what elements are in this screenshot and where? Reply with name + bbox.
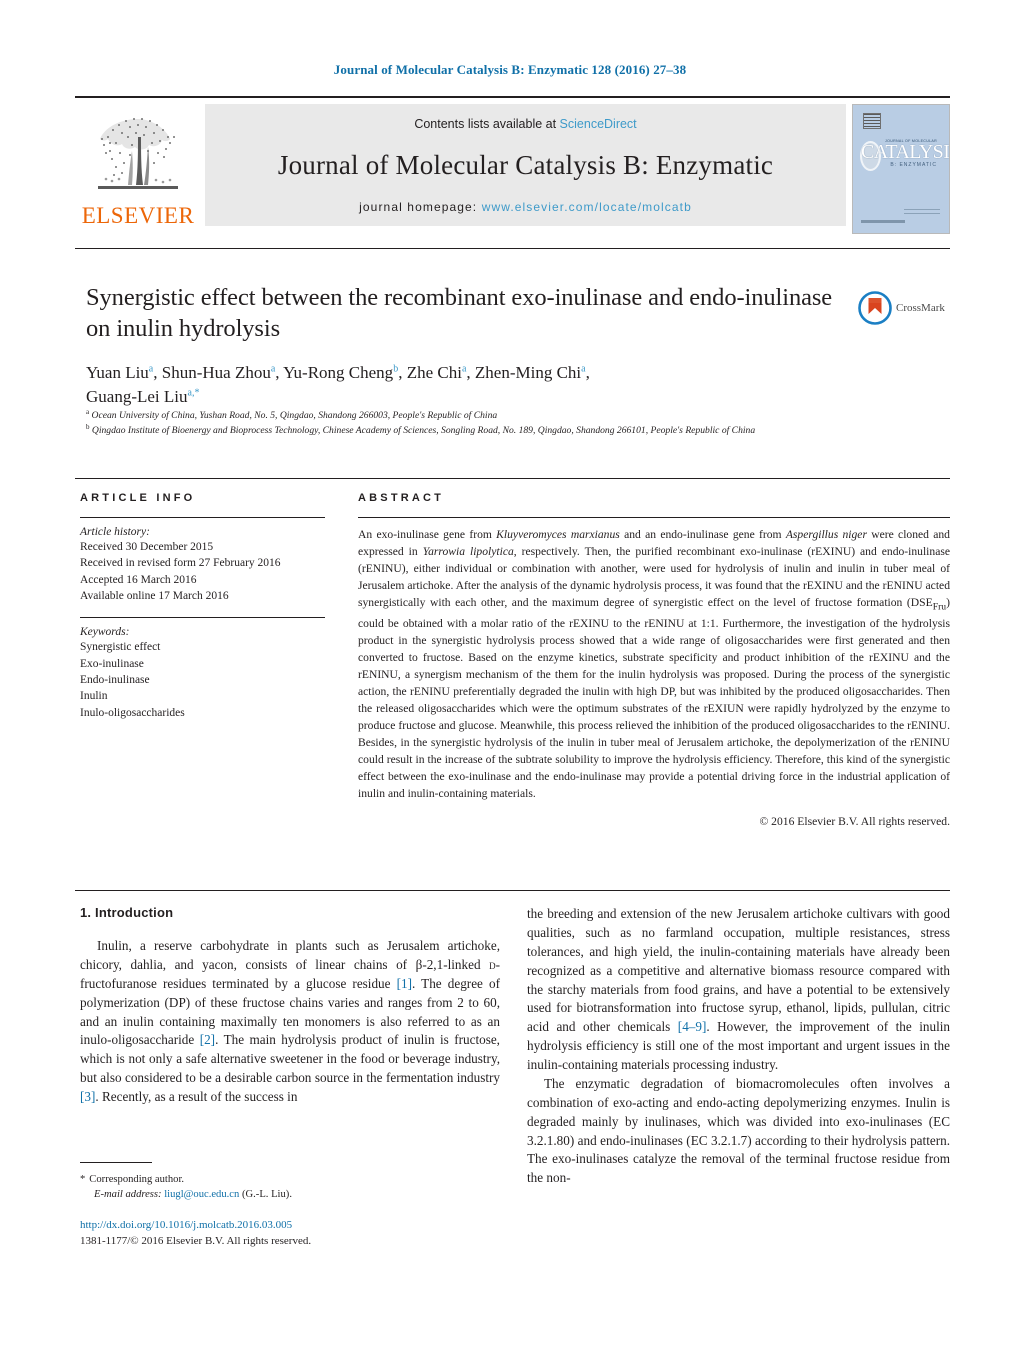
elsevier-wordmark: ELSEVIER — [81, 203, 195, 228]
history-item: Available online 17 March 2016 — [80, 589, 229, 602]
intro-paragraph-left: Inulin, a reserve carbohydrate in plants… — [80, 937, 500, 1107]
journal-homepage-link[interactable]: www.elsevier.com/locate/molcatb — [482, 200, 692, 214]
article-history-label: Article history: — [80, 526, 150, 538]
email-suffix: (G.-L. Liu). — [241, 1189, 292, 1201]
history-item: Received 30 December 2015 — [80, 541, 214, 553]
abstract-body: An exo-inulinase gene from Kluyveromyces… — [358, 526, 950, 802]
abstract-seg: and an endo-inulinase gene from — [619, 528, 786, 541]
abstract-species-3: Yarrowia lipolytica — [422, 545, 514, 559]
intro-seg: the breeding and extension of the new Je… — [527, 906, 950, 1035]
journal-title: Journal of Molecular Catalysis B: Enzyma… — [277, 150, 774, 180]
journal-cover-thumbnail[interactable]: JOURNAL OF MOLECULAR CATALYSIS B: ENZYMA… — [852, 104, 950, 234]
abstract-species-1: Kluyveromyces marxianus — [496, 528, 620, 541]
intro-seg: . Recently, as a result of the success i… — [95, 1089, 298, 1104]
affiliations: a Ocean University of China, Yushan Road… — [86, 408, 931, 438]
author-line-2: Guang-Lei Liua,* — [86, 387, 200, 407]
article-info-divider — [80, 517, 325, 518]
reference-link-3[interactable]: [3] — [80, 1089, 95, 1104]
cover-elsevier-mark-icon — [863, 113, 881, 129]
journal-banner: Contents lists available at ScienceDirec… — [205, 104, 846, 226]
keyword-item: Exo-inulinase — [80, 657, 144, 670]
article-info-panel: ARTICLE INFO Article history: Received 3… — [80, 492, 325, 721]
abstract-seg: An exo-inulinase gene from — [358, 528, 497, 541]
contents-prefix: Contents lists available at — [414, 117, 560, 131]
title-divider — [75, 248, 950, 249]
abstract-species-2: Aspergillus niger — [785, 528, 867, 541]
intro-paragraph-2: The enzymatic degradation of biomacromol… — [527, 1075, 950, 1186]
article-info-heading: ARTICLE INFO — [80, 492, 196, 504]
reference-link-2[interactable]: [2] — [200, 1032, 215, 1047]
body-column-left: 1. Introduction Inulin, a reserve carboh… — [80, 905, 500, 1107]
journal-homepage-line: journal homepage: www.elsevier.com/locat… — [359, 200, 692, 214]
keyword-item: Endo-inulinase — [80, 673, 150, 686]
section-heading-introduction: 1. Introduction — [80, 905, 174, 920]
elsevier-logo: ELSEVIER — [75, 104, 201, 227]
contents-lists-line: Contents lists available at ScienceDirec… — [414, 117, 636, 131]
homepage-prefix: journal homepage: — [359, 200, 482, 214]
reference-link-1[interactable]: [1] — [397, 976, 412, 991]
corresponding-author-footnote: * Corresponding author. E-mail address: l… — [80, 1172, 500, 1203]
email-label: E-mail address: — [94, 1189, 162, 1201]
cover-footer-logo — [904, 207, 940, 221]
crossmark-icon — [858, 291, 892, 325]
body-column-right: the breeding and extension of the new Je… — [527, 905, 950, 1188]
keyword-item: Inulin — [80, 690, 108, 703]
cover-main-title: CATALYSIS — [861, 141, 950, 163]
author-list: Yuan Liua, Shun-Hua Zhoua, Yu-Rong Cheng… — [86, 361, 846, 410]
journal-masthead: ELSEVIER Contents lists available at Sci… — [75, 96, 950, 234]
asterisk-marker: * — [80, 1174, 86, 1185]
running-head: Journal of Molecular Catalysis B: Enzyma… — [333, 62, 687, 77]
elsevier-tree-icon — [98, 118, 178, 189]
issn-copyright-line: 1381-1177/© 2016 Elsevier B.V. All right… — [80, 1234, 312, 1247]
cover-footer-bar — [861, 220, 905, 223]
abstract-panel: ABSTRACT An exo-inulinase gene from Kluy… — [358, 492, 950, 828]
title-block: Synergistic effect between the recombina… — [86, 282, 846, 410]
abstract-heading: ABSTRACT — [358, 492, 445, 504]
intro-seg: Inulin, a reserve carbohydrate in plants… — [80, 938, 500, 972]
copyright-line: © 2016 Elsevier B.V. All rights reserved… — [759, 814, 950, 828]
crossmark-label: CrossMark — [896, 302, 945, 314]
affiliation-a: a Ocean University of China, Yushan Road… — [86, 408, 498, 422]
keyword-item: Synergistic effect — [80, 641, 161, 654]
history-item: Accepted 16 March 2016 — [80, 573, 197, 586]
info-abstract-bottom-divider — [75, 890, 950, 891]
author-line-1: Yuan Liua, Shun-Hua Zhoua, Yu-Rong Cheng… — [86, 362, 590, 382]
affiliation-a-text: Ocean University of China, Yushan Road, … — [91, 410, 498, 422]
intro-paragraph-right-cont: the breeding and extension of the new Je… — [527, 905, 950, 1075]
keywords-divider — [80, 617, 325, 619]
affiliation-b: b Qingdao Institute of Bioenergy and Bio… — [86, 422, 756, 436]
corresponding-author-line: * Corresponding author. — [80, 1172, 500, 1187]
abstract-divider — [358, 517, 950, 518]
keyword-item: Inulo-oligosaccharides — [80, 706, 185, 719]
abstract-seg: ) could be obtained with a molar ratio o… — [358, 596, 950, 800]
email-line: E-mail address: liugl@ouc.edu.cn (G.-L. … — [80, 1187, 500, 1202]
info-abstract-top-divider — [75, 478, 950, 479]
keywords-label: Keywords: — [80, 626, 130, 639]
page-title: Synergistic effect between the recombina… — [86, 284, 833, 343]
crossmark-badge[interactable]: CrossMark — [858, 288, 954, 328]
sciencedirect-link[interactable]: ScienceDirect — [560, 117, 637, 131]
doi-link[interactable]: http://dx.doi.org/10.1016/j.molcatb.2016… — [80, 1218, 510, 1234]
email-link[interactable]: liugl@ouc.edu.cn — [164, 1189, 239, 1200]
affiliation-b-text: Qingdao Institute of Bioenergy and Biopr… — [91, 424, 756, 436]
abstract-subscript: Fru — [932, 601, 947, 613]
corresponding-author-label: Corresponding author. — [89, 1174, 185, 1185]
footnote-divider — [80, 1162, 152, 1163]
article-page: Journal of Molecular Catalysis B: Enzyma… — [0, 0, 1020, 1351]
doi-footer: http://dx.doi.org/10.1016/j.molcatb.2016… — [80, 1218, 510, 1250]
reference-link-4[interactable]: [4–9] — [678, 1019, 707, 1034]
history-item: Received in revised form 27 February 201… — [80, 557, 281, 570]
